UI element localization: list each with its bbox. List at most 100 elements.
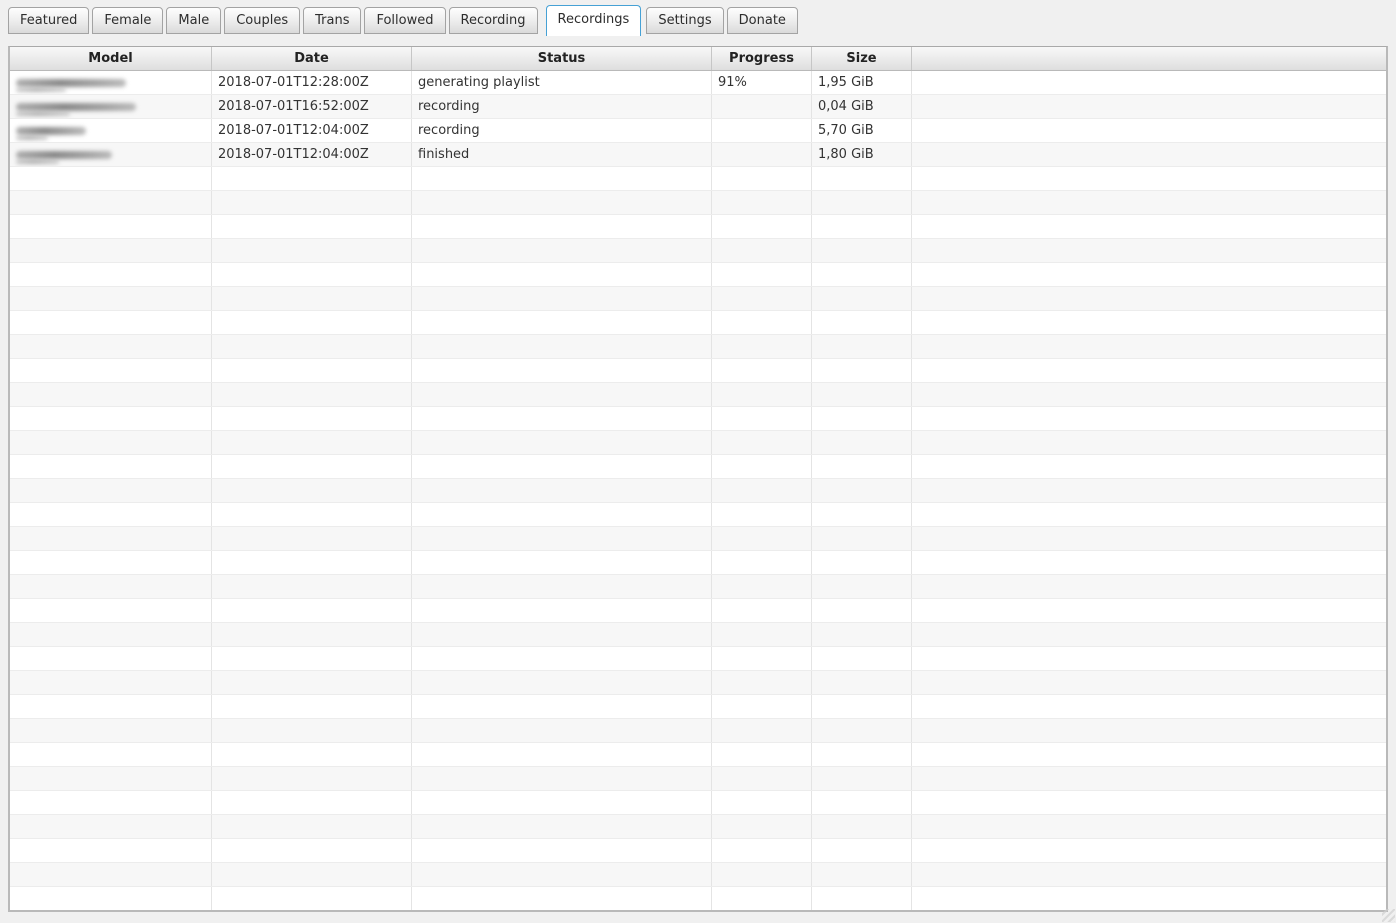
cell-progress <box>712 263 812 286</box>
recording-row[interactable]: 2018-07-01T12:04:00Z recording 5,70 GiB <box>10 119 1386 143</box>
cell-progress <box>712 503 812 526</box>
cell-size <box>812 239 912 262</box>
redacted-model-name <box>16 88 66 92</box>
empty-row <box>10 695 1386 719</box>
cell-extra <box>912 431 1386 454</box>
tab-couples[interactable]: Couples <box>224 7 301 34</box>
cell-progress <box>712 623 812 646</box>
column-header-date[interactable]: Date <box>212 47 412 70</box>
cell-model <box>10 647 212 670</box>
cell-progress <box>712 431 812 454</box>
cell-extra <box>912 599 1386 622</box>
cell-date <box>212 455 412 478</box>
cell-extra <box>912 527 1386 550</box>
cell-size <box>812 551 912 574</box>
cell-model <box>10 791 212 814</box>
cell-status <box>412 335 712 358</box>
column-header-progress[interactable]: Progress <box>712 47 812 70</box>
cell-progress <box>712 815 812 838</box>
cell-size: 0,04 GiB <box>812 95 912 118</box>
cell-status <box>412 383 712 406</box>
empty-row <box>10 239 1386 263</box>
cell-progress <box>712 743 812 766</box>
cell-status <box>412 527 712 550</box>
cell-date <box>212 191 412 214</box>
cell-size <box>812 479 912 502</box>
tab-donate[interactable]: Donate <box>726 7 798 34</box>
cell-progress <box>712 839 812 862</box>
tab-female[interactable]: Female <box>92 7 164 34</box>
cell-progress <box>712 167 812 190</box>
cell-model <box>10 311 212 334</box>
cell-extra <box>912 815 1386 838</box>
empty-row <box>10 383 1386 407</box>
empty-row <box>10 839 1386 863</box>
cell-status <box>412 575 712 598</box>
cell-date <box>212 503 412 526</box>
column-header-extra[interactable] <box>912 47 1386 70</box>
cell-progress: 91% <box>712 71 812 94</box>
window-resize-grip[interactable] <box>1382 909 1395 922</box>
recording-row[interactable]: 2018-07-01T16:52:00Z recording 0,04 GiB <box>10 95 1386 119</box>
cell-size <box>812 383 912 406</box>
recording-row[interactable]: 2018-07-01T12:28:00Z generating playlist 9… <box>10 71 1386 95</box>
empty-row <box>10 167 1386 191</box>
cell-progress <box>712 215 812 238</box>
tab-male[interactable]: Male <box>166 7 222 34</box>
cell-progress <box>712 479 812 502</box>
cell-date <box>212 671 412 694</box>
tab-trans[interactable]: Trans <box>303 7 362 34</box>
empty-row <box>10 599 1386 623</box>
redacted-model-name <box>16 127 86 135</box>
cell-model <box>10 119 212 142</box>
column-header-size[interactable]: Size <box>812 47 912 70</box>
cell-extra <box>912 215 1386 238</box>
cell-size <box>812 719 912 742</box>
cell-date <box>212 215 412 238</box>
empty-row <box>10 431 1386 455</box>
cell-status: recording <box>412 95 712 118</box>
cell-model <box>10 863 212 886</box>
cell-size <box>812 335 912 358</box>
tab-recording[interactable]: Recording <box>448 7 538 34</box>
cell-extra <box>912 239 1386 262</box>
cell-model <box>10 359 212 382</box>
cell-model <box>10 695 212 718</box>
recording-row[interactable]: 2018-07-01T12:04:00Z finished 1,80 GiB <box>10 143 1386 167</box>
cell-model <box>10 263 212 286</box>
empty-row <box>10 887 1386 910</box>
column-header-model[interactable]: Model <box>10 47 212 70</box>
empty-row <box>10 767 1386 791</box>
cell-date <box>212 335 412 358</box>
cell-extra <box>912 407 1386 430</box>
cell-status <box>412 287 712 310</box>
column-header-status[interactable]: Status <box>412 47 712 70</box>
empty-row <box>10 815 1386 839</box>
cell-size: 1,95 GiB <box>812 71 912 94</box>
cell-model <box>10 551 212 574</box>
empty-row <box>10 743 1386 767</box>
cell-status <box>412 719 712 742</box>
cell-date: 2018-07-01T12:28:00Z <box>212 71 412 94</box>
tab-recordings[interactable]: Recordings <box>545 5 642 36</box>
cell-model <box>10 479 212 502</box>
cell-progress <box>712 719 812 742</box>
cell-extra <box>912 839 1386 862</box>
cell-status <box>412 431 712 454</box>
cell-size <box>812 887 912 910</box>
tab-featured[interactable]: Featured <box>8 7 90 34</box>
cell-date <box>212 623 412 646</box>
tab-followed[interactable]: Followed <box>364 7 446 34</box>
cell-status <box>412 407 712 430</box>
empty-row <box>10 359 1386 383</box>
cell-model <box>10 527 212 550</box>
tab-settings[interactable]: Settings <box>646 7 724 34</box>
cell-progress <box>712 335 812 358</box>
redacted-model-name <box>16 112 70 116</box>
cell-model <box>10 287 212 310</box>
cell-size <box>812 191 912 214</box>
cell-progress <box>712 671 812 694</box>
cell-progress <box>712 119 812 142</box>
cell-status <box>412 743 712 766</box>
cell-size <box>812 167 912 190</box>
